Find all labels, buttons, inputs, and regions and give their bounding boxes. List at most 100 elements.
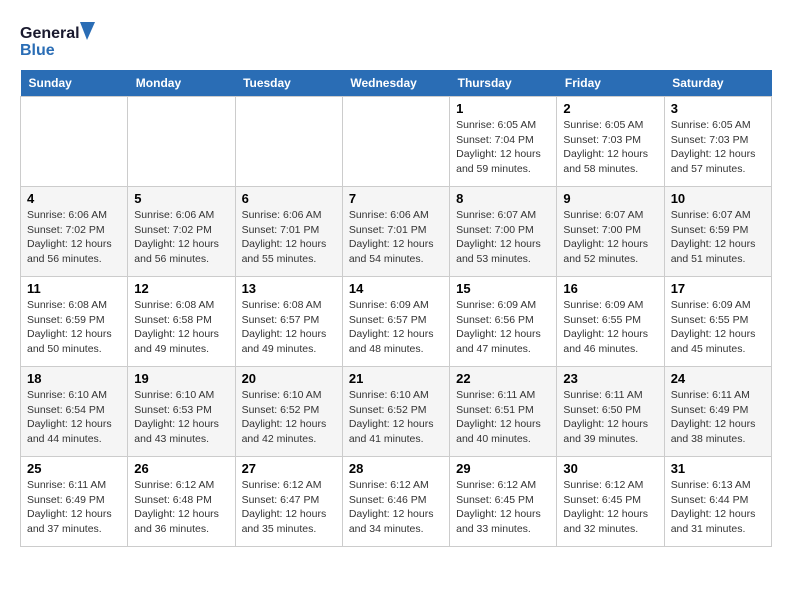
calendar-cell: 1Sunrise: 6:05 AM Sunset: 7:04 PM Daylig… <box>450 97 557 187</box>
day-info: Sunrise: 6:10 AM Sunset: 6:53 PM Dayligh… <box>134 388 228 447</box>
calendar-cell: 15 Sunrise: 6:09 AM Sunset: 6:56 PM Dayli… <box>450 277 557 367</box>
calendar-cell: 24 Sunrise: 6:11 AM Sunset: 6:49 PM Dayli… <box>664 367 771 457</box>
day-info: Sunrise: 6:12 AM Sunset: 6:47 PM Dayligh… <box>242 478 336 537</box>
calendar-cell: 31 Sunrise: 6:13 AM Sunset: 6:44 PM Dayli… <box>664 457 771 547</box>
day-info: Sunrise: 6:06 AM Sunset: 7:01 PM Dayligh… <box>242 208 336 267</box>
calendar-cell <box>342 97 449 187</box>
day-number: 17 <box>671 281 765 296</box>
calendar-header: SundayMondayTuesdayWednesdayThursdayFrid… <box>21 70 772 97</box>
logo: GeneralBlue <box>20 20 100 60</box>
calendar-table: SundayMondayTuesdayWednesdayThursdayFrid… <box>20 70 772 547</box>
calendar-cell: 8Sunrise: 6:07 AM Sunset: 7:00 PM Daylig… <box>450 187 557 277</box>
day-info: Sunrise: 6:05 AM Sunset: 7:03 PM Dayligh… <box>563 118 657 177</box>
day-info: Sunrise: 6:09 AM Sunset: 6:55 PM Dayligh… <box>563 298 657 357</box>
calendar-cell: 14 Sunrise: 6:09 AM Sunset: 6:57 PM Dayli… <box>342 277 449 367</box>
calendar-cell: 26Sunrise: 6:12 AM Sunset: 6:48 PM Dayli… <box>128 457 235 547</box>
calendar-cell: 28 Sunrise: 6:12 AM Sunset: 6:46 PM Dayli… <box>342 457 449 547</box>
calendar-cell <box>21 97 128 187</box>
day-number: 19 <box>134 371 228 386</box>
day-number: 13 <box>242 281 336 296</box>
day-number: 30 <box>563 461 657 476</box>
calendar-week-row: 1Sunrise: 6:05 AM Sunset: 7:04 PM Daylig… <box>21 97 772 187</box>
day-number: 6 <box>242 191 336 206</box>
calendar-cell: 16Sunrise: 6:09 AM Sunset: 6:55 PM Dayli… <box>557 277 664 367</box>
svg-text:Blue: Blue <box>20 42 55 59</box>
calendar-cell: 5 Sunrise: 6:06 AM Sunset: 7:02 PM Daylig… <box>128 187 235 277</box>
day-number: 10 <box>671 191 765 206</box>
calendar-cell: 17 Sunrise: 6:09 AM Sunset: 6:55 PM Dayli… <box>664 277 771 367</box>
day-info: Sunrise: 6:06 AM Sunset: 7:01 PM Dayligh… <box>349 208 443 267</box>
day-info: Sunrise: 6:11 AM Sunset: 6:49 PM Dayligh… <box>671 388 765 447</box>
day-info: Sunrise: 6:07 AM Sunset: 7:00 PM Dayligh… <box>563 208 657 267</box>
calendar-cell: 20Sunrise: 6:10 AM Sunset: 6:52 PM Dayli… <box>235 367 342 457</box>
calendar-cell: 2 Sunrise: 6:05 AM Sunset: 7:03 PM Daylig… <box>557 97 664 187</box>
day-info: Sunrise: 6:05 AM Sunset: 7:03 PM Dayligh… <box>671 118 765 177</box>
day-number: 23 <box>563 371 657 386</box>
calendar-body: 1Sunrise: 6:05 AM Sunset: 7:04 PM Daylig… <box>21 97 772 547</box>
day-info: Sunrise: 6:06 AM Sunset: 7:02 PM Dayligh… <box>134 208 228 267</box>
day-info: Sunrise: 6:13 AM Sunset: 6:44 PM Dayligh… <box>671 478 765 537</box>
calendar-cell <box>235 97 342 187</box>
day-info: Sunrise: 6:07 AM Sunset: 7:00 PM Dayligh… <box>456 208 550 267</box>
calendar-cell: 7 Sunrise: 6:06 AM Sunset: 7:01 PM Daylig… <box>342 187 449 277</box>
day-info: Sunrise: 6:11 AM Sunset: 6:50 PM Dayligh… <box>563 388 657 447</box>
calendar-cell: 29 Sunrise: 6:12 AM Sunset: 6:45 PM Dayli… <box>450 457 557 547</box>
calendar-cell: 10 Sunrise: 6:07 AM Sunset: 6:59 PM Dayli… <box>664 187 771 277</box>
day-info: Sunrise: 6:09 AM Sunset: 6:57 PM Dayligh… <box>349 298 443 357</box>
weekday-header: Saturday <box>664 70 771 97</box>
calendar-cell <box>128 97 235 187</box>
day-info: Sunrise: 6:11 AM Sunset: 6:49 PM Dayligh… <box>27 478 121 537</box>
day-number: 24 <box>671 371 765 386</box>
calendar-week-row: 4 Sunrise: 6:06 AM Sunset: 7:02 PM Daylig… <box>21 187 772 277</box>
page-header: GeneralBlue <box>20 20 772 60</box>
weekday-header: Wednesday <box>342 70 449 97</box>
day-number: 14 <box>349 281 443 296</box>
weekday-header: Monday <box>128 70 235 97</box>
day-number: 5 <box>134 191 228 206</box>
calendar-cell: 30 Sunrise: 6:12 AM Sunset: 6:45 PM Dayli… <box>557 457 664 547</box>
calendar-cell: 19 Sunrise: 6:10 AM Sunset: 6:53 PM Dayli… <box>128 367 235 457</box>
day-info: Sunrise: 6:08 AM Sunset: 6:57 PM Dayligh… <box>242 298 336 357</box>
day-info: Sunrise: 6:12 AM Sunset: 6:45 PM Dayligh… <box>456 478 550 537</box>
day-number: 1 <box>456 101 550 116</box>
day-number: 11 <box>27 281 121 296</box>
day-info: Sunrise: 6:12 AM Sunset: 6:46 PM Dayligh… <box>349 478 443 537</box>
calendar-week-row: 18 Sunrise: 6:10 AM Sunset: 6:54 PM Dayli… <box>21 367 772 457</box>
day-info: Sunrise: 6:09 AM Sunset: 6:55 PM Dayligh… <box>671 298 765 357</box>
day-number: 9 <box>563 191 657 206</box>
calendar-cell: 21 Sunrise: 6:10 AM Sunset: 6:52 PM Dayli… <box>342 367 449 457</box>
day-number: 4 <box>27 191 121 206</box>
day-number: 22 <box>456 371 550 386</box>
calendar-week-row: 11 Sunrise: 6:08 AM Sunset: 6:59 PM Dayli… <box>21 277 772 367</box>
calendar-cell: 13 Sunrise: 6:08 AM Sunset: 6:57 PM Dayli… <box>235 277 342 367</box>
day-number: 18 <box>27 371 121 386</box>
calendar-cell: 27 Sunrise: 6:12 AM Sunset: 6:47 PM Dayli… <box>235 457 342 547</box>
day-number: 31 <box>671 461 765 476</box>
day-number: 7 <box>349 191 443 206</box>
day-info: Sunrise: 6:08 AM Sunset: 6:58 PM Dayligh… <box>134 298 228 357</box>
calendar-cell: 4Sunrise: 6:06 AM Sunset: 7:02 PM Daylig… <box>21 187 128 277</box>
day-info: Sunrise: 6:10 AM Sunset: 6:52 PM Dayligh… <box>349 388 443 447</box>
day-info: Sunrise: 6:07 AM Sunset: 6:59 PM Dayligh… <box>671 208 765 267</box>
day-info: Sunrise: 6:08 AM Sunset: 6:59 PM Dayligh… <box>27 298 121 357</box>
weekday-header: Thursday <box>450 70 557 97</box>
day-number: 29 <box>456 461 550 476</box>
day-number: 12 <box>134 281 228 296</box>
calendar-cell: 18 Sunrise: 6:10 AM Sunset: 6:54 PM Dayli… <box>21 367 128 457</box>
logo-svg: GeneralBlue <box>20 20 100 60</box>
day-number: 26 <box>134 461 228 476</box>
day-number: 21 <box>349 371 443 386</box>
day-info: Sunrise: 6:11 AM Sunset: 6:51 PM Dayligh… <box>456 388 550 447</box>
calendar-cell: 11 Sunrise: 6:08 AM Sunset: 6:59 PM Dayli… <box>21 277 128 367</box>
calendar-cell: 6 Sunrise: 6:06 AM Sunset: 7:01 PM Daylig… <box>235 187 342 277</box>
day-number: 2 <box>563 101 657 116</box>
day-info: Sunrise: 6:12 AM Sunset: 6:45 PM Dayligh… <box>563 478 657 537</box>
day-info: Sunrise: 6:09 AM Sunset: 6:56 PM Dayligh… <box>456 298 550 357</box>
calendar-cell: 3Sunrise: 6:05 AM Sunset: 7:03 PM Daylig… <box>664 97 771 187</box>
day-number: 28 <box>349 461 443 476</box>
day-info: Sunrise: 6:10 AM Sunset: 6:54 PM Dayligh… <box>27 388 121 447</box>
calendar-cell: 23 Sunrise: 6:11 AM Sunset: 6:50 PM Dayli… <box>557 367 664 457</box>
day-number: 27 <box>242 461 336 476</box>
calendar-cell: 9 Sunrise: 6:07 AM Sunset: 7:00 PM Daylig… <box>557 187 664 277</box>
day-number: 15 <box>456 281 550 296</box>
